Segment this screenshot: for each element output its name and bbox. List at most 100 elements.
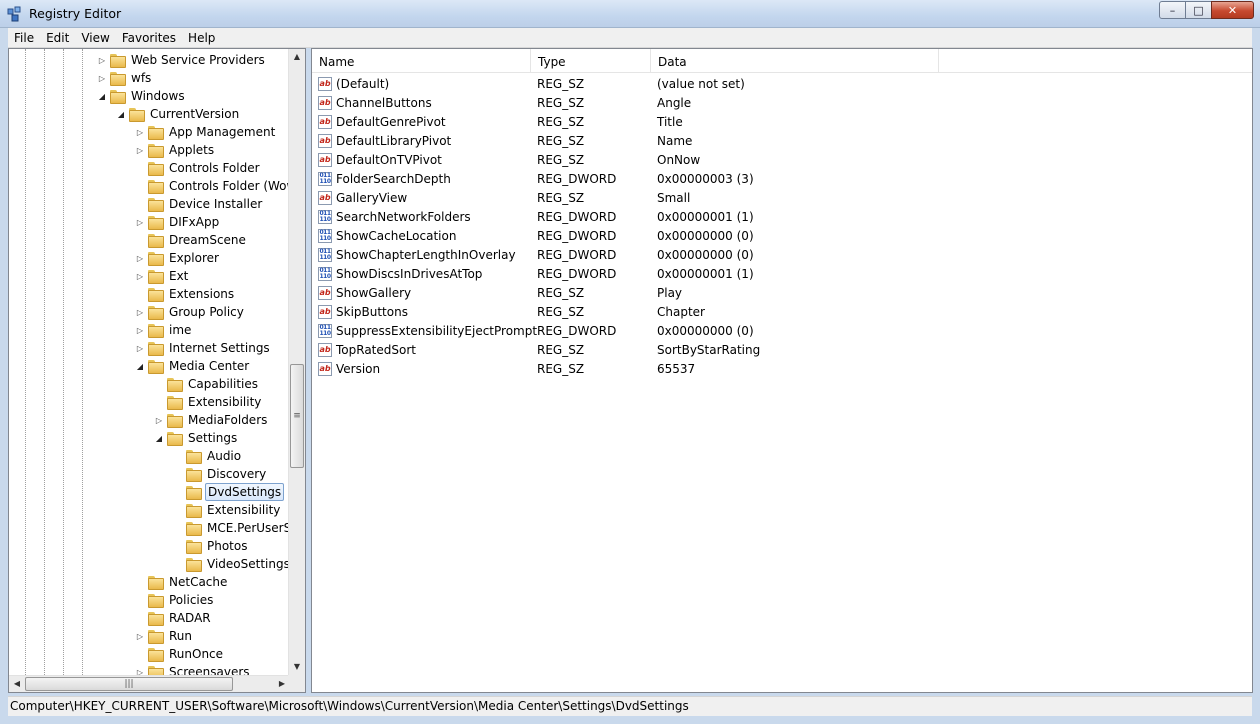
tree-node[interactable]: ▷ Ext <box>133 267 190 285</box>
tree-horizontal-scrollbar[interactable]: ◀ ||| ▶ <box>9 675 290 692</box>
tree-node[interactable]: Extensibility <box>171 501 282 519</box>
tree-node[interactable]: Extensibility <box>152 393 263 411</box>
tree-node[interactable]: DreamScene <box>133 231 248 249</box>
tree-node-label: Ext <box>169 269 189 283</box>
scroll-up-arrow-icon[interactable]: ▲ <box>289 49 305 65</box>
menu-edit[interactable]: Edit <box>40 28 75 48</box>
menu-favorites[interactable]: Favorites <box>116 28 182 48</box>
tree-node-label: wfs <box>131 71 152 85</box>
folder-icon <box>147 125 164 140</box>
expand-arrow-icon[interactable]: ▷ <box>133 128 147 137</box>
minimize-button[interactable]: – <box>1159 1 1186 19</box>
value-name: TopRatedSort <box>336 343 416 357</box>
folder-icon <box>185 503 202 518</box>
tree-node[interactable]: ▷ ime <box>133 321 193 339</box>
tree-node[interactable]: ▷ Applets <box>133 141 216 159</box>
tree-node[interactable]: Extensions <box>133 285 236 303</box>
menu-file[interactable]: File <box>8 28 40 48</box>
column-header-type[interactable]: Type <box>531 49 651 73</box>
scroll-left-arrow-icon[interactable]: ◀ <box>9 676 25 692</box>
tree-vscroll-thumb[interactable]: ≡ <box>290 364 304 468</box>
registry-values-list[interactable]: Name Type Data ab (Default) REG_SZ (value n… <box>311 48 1253 693</box>
tree-node-label: App Management <box>169 125 276 139</box>
value-row[interactable]: 011 110 SearchNetworkFolders REG_DWORD 0x000… <box>312 208 1252 227</box>
value-row[interactable]: ab TopRatedSort REG_SZ SortByStarRating <box>312 341 1252 360</box>
tree-node[interactable]: Audio <box>171 447 243 465</box>
maximize-icon: □ <box>1193 3 1204 17</box>
expand-arrow-icon[interactable]: ▷ <box>133 218 147 227</box>
value-row[interactable]: 011 110 ShowChapterLengthInOverlay REG_DWOR… <box>312 246 1252 265</box>
collapse-arrow-icon[interactable]: ◢ <box>152 434 166 443</box>
tree-node[interactable]: Device Installer <box>133 195 264 213</box>
tree-node[interactable]: ▷ MediaFolders <box>152 411 269 429</box>
tree-node[interactable]: ▷ Explorer <box>133 249 221 267</box>
close-button[interactable]: ✕ <box>1211 1 1254 19</box>
value-row[interactable]: ab ChannelButtons REG_SZ Angle <box>312 94 1252 113</box>
registry-editor-icon <box>7 6 21 22</box>
value-row[interactable]: 011 110 ShowDiscsInDrivesAtTop REG_DWORD 0x0… <box>312 265 1252 284</box>
value-row[interactable]: ab ShowGallery REG_SZ Play <box>312 284 1252 303</box>
expand-arrow-icon[interactable]: ▷ <box>95 56 109 65</box>
value-row[interactable]: ab DefaultGenrePivot REG_SZ Title <box>312 113 1252 132</box>
tree-node[interactable]: NetCache <box>133 573 229 591</box>
column-header-name[interactable]: Name <box>312 49 531 73</box>
tree-node[interactable]: ▷ Web Service Providers <box>95 51 267 69</box>
expand-arrow-icon[interactable]: ▷ <box>133 146 147 155</box>
tree-node[interactable]: Discovery <box>171 465 268 483</box>
tree-node[interactable]: Controls Folder <box>133 159 262 177</box>
expand-arrow-icon[interactable]: ▷ <box>133 632 147 641</box>
value-row[interactable]: ab SkipButtons REG_SZ Chapter <box>312 303 1252 322</box>
scroll-down-arrow-icon[interactable]: ▼ <box>289 659 305 675</box>
value-row[interactable]: ab GalleryView REG_SZ Small <box>312 189 1252 208</box>
expand-arrow-icon[interactable]: ▷ <box>133 272 147 281</box>
tree-node[interactable]: VideoSettings <box>171 555 290 573</box>
expand-arrow-icon[interactable]: ▷ <box>133 668 147 676</box>
tree-vertical-scrollbar[interactable]: ▲ ≡ ▼ <box>288 49 305 675</box>
menu-help[interactable]: Help <box>182 28 221 48</box>
collapse-arrow-icon[interactable]: ◢ <box>95 92 109 101</box>
expand-arrow-icon[interactable]: ▷ <box>152 416 166 425</box>
tree-node[interactable]: Photos <box>171 537 249 555</box>
expand-arrow-icon[interactable]: ▷ <box>95 74 109 83</box>
tree-node[interactable]: ▷ Internet Settings <box>133 339 272 357</box>
expand-arrow-icon[interactable]: ▷ <box>133 344 147 353</box>
tree-node[interactable]: ◢ CurrentVersion <box>114 105 241 123</box>
tree-node[interactable]: ▷ Group Policy <box>133 303 246 321</box>
tree-node[interactable]: Capabilities <box>152 375 260 393</box>
tree-node[interactable]: ◢ Settings <box>152 429 239 447</box>
value-row[interactable]: 011 110 ShowCacheLocation REG_DWORD 0x000000… <box>312 227 1252 246</box>
tree-node[interactable]: ▷ Screensavers <box>133 663 252 675</box>
value-row[interactable]: ab DefaultOnTVPivot REG_SZ OnNow <box>312 151 1252 170</box>
value-row[interactable]: ab DefaultLibraryPivot REG_SZ Name <box>312 132 1252 151</box>
tree-node[interactable]: ◢ Windows <box>95 87 187 105</box>
tree-node[interactable]: DvdSettings <box>171 483 285 501</box>
tree-node[interactable]: RADAR <box>133 609 213 627</box>
value-data: OnNow <box>657 153 701 167</box>
tree-node[interactable]: Policies <box>133 591 215 609</box>
value-type: REG_DWORD <box>537 172 617 186</box>
tree-node[interactable]: ◢ Media Center <box>133 357 251 375</box>
value-row[interactable]: 011 110 FolderSearchDepth REG_DWORD 0x000000… <box>312 170 1252 189</box>
value-row[interactable]: ab (Default) REG_SZ (value not set) <box>312 75 1252 94</box>
maximize-button[interactable]: □ <box>1185 1 1212 19</box>
tree-node[interactable]: MCE.PerUserSet <box>171 519 290 537</box>
menu-view[interactable]: View <box>75 28 115 48</box>
expand-arrow-icon[interactable]: ▷ <box>133 254 147 263</box>
tree-node[interactable]: ▷ DIFxApp <box>133 213 221 231</box>
value-row[interactable]: ab Version REG_SZ 65537 <box>312 360 1252 379</box>
collapse-arrow-icon[interactable]: ◢ <box>114 110 128 119</box>
title-bar[interactable]: Registry Editor – □ ✕ <box>0 0 1260 28</box>
tree-node[interactable]: Controls Folder (Wow6 <box>133 177 290 195</box>
registry-key-tree[interactable]: ▷ Web Service Providers ▷ wfs ◢ Windows ◢ Curre… <box>8 48 306 693</box>
tree-node[interactable]: RunOnce <box>133 645 225 663</box>
tree-node[interactable]: ▷ App Management <box>133 123 277 141</box>
folder-icon <box>185 449 202 464</box>
value-row[interactable]: 011 110 SuppressExtensibilityEjectPrompt RE… <box>312 322 1252 341</box>
tree-node[interactable]: ▷ wfs <box>95 69 153 87</box>
expand-arrow-icon[interactable]: ▷ <box>133 326 147 335</box>
tree-hscroll-thumb[interactable]: ||| <box>25 677 233 691</box>
expand-arrow-icon[interactable]: ▷ <box>133 308 147 317</box>
tree-node[interactable]: ▷ Run <box>133 627 194 645</box>
column-header-data[interactable]: Data <box>651 49 939 73</box>
collapse-arrow-icon[interactable]: ◢ <box>133 362 147 371</box>
